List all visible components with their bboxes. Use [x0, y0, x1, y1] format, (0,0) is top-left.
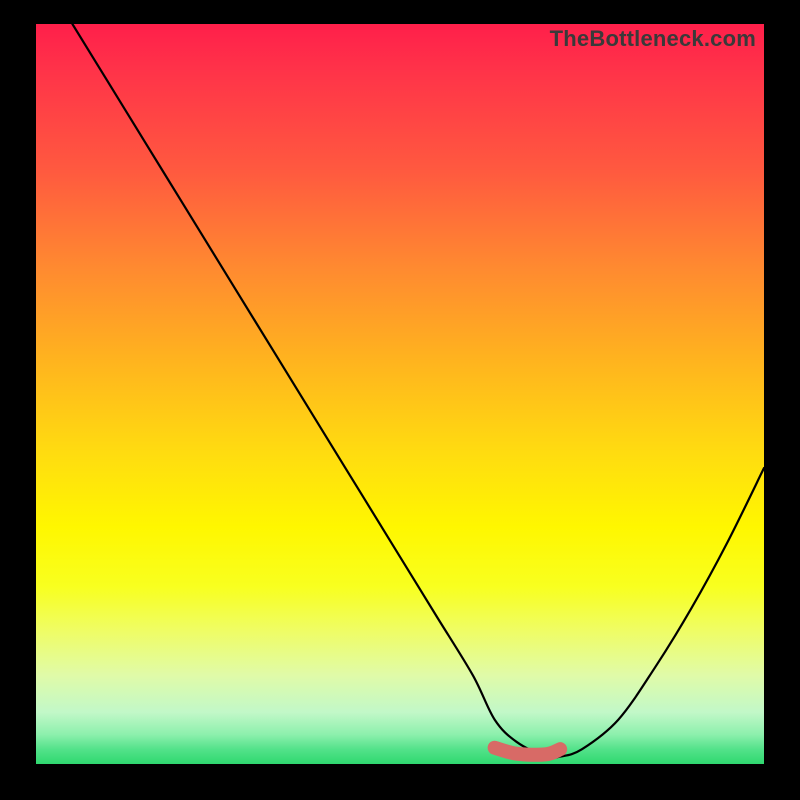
chart-frame: TheBottleneck.com [0, 0, 800, 800]
optimum-highlight [495, 748, 561, 755]
plot-area: TheBottleneck.com [36, 24, 764, 764]
watermark-label: TheBottleneck.com [550, 26, 756, 52]
curve-layer [36, 24, 764, 764]
bottleneck-curve [72, 24, 764, 758]
